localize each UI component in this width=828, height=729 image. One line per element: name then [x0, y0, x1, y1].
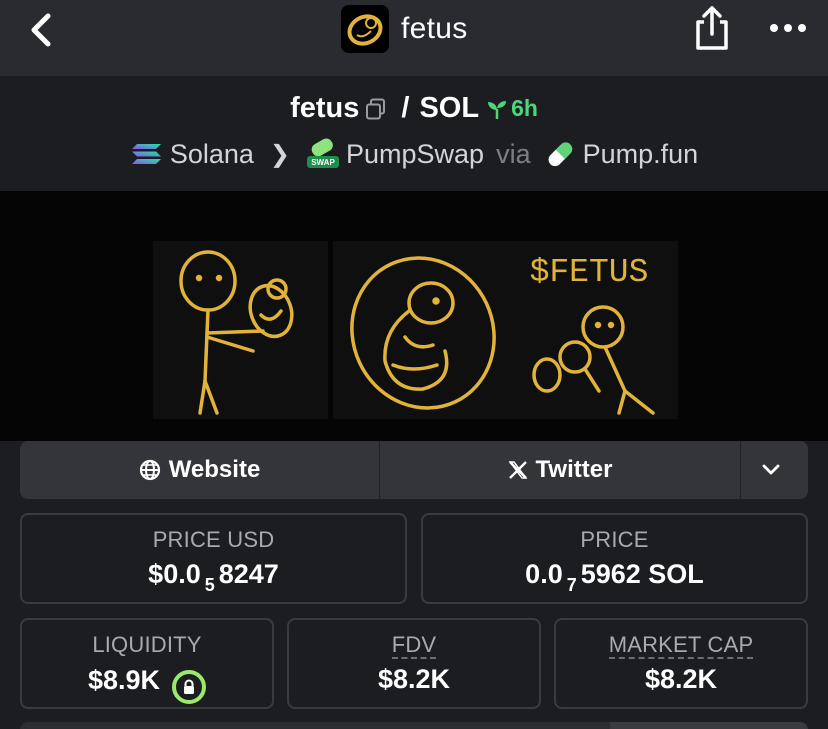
liquidity-card: LIQUIDITY $8.9K — [20, 618, 274, 709]
market-cap-value: $8.2K — [644, 664, 718, 694]
stats-tab-active[interactable] — [610, 722, 808, 729]
price-sol-digits: 5962 SOL — [580, 559, 704, 589]
chain-link[interactable]: Solana — [170, 139, 254, 170]
liquidity-label: LIQUIDITY — [92, 632, 202, 657]
pair-title: fetus / SOL 6h — [0, 92, 828, 125]
price-usd-prefix: $0.0 — [148, 559, 201, 589]
chevron-down-icon — [762, 464, 779, 475]
twitter-button[interactable]: Twitter — [380, 441, 741, 499]
fdv-value: $8.2K — [377, 664, 451, 694]
market-cap-label[interactable]: MARKET CAP — [608, 632, 754, 659]
pair-separator: / — [401, 92, 410, 124]
price-usd-card: PRICE USD $0.0 5 8247 — [20, 513, 407, 604]
x-logo-icon — [508, 461, 527, 479]
pair-age-label: 6h — [511, 95, 538, 121]
chevron-right-icon: ❯ — [269, 140, 290, 168]
price-sol-prefix: 0.0 — [525, 559, 563, 589]
top-navigation-bar: fetus — [0, 0, 828, 76]
swap-badge-text: SWAP — [311, 158, 335, 167]
price-usd-label: PRICE USD — [152, 527, 275, 552]
lock-icon[interactable] — [172, 670, 207, 704]
pair-age: 6h — [485, 95, 538, 122]
pair-header: fetus / SOL 6h Solana ❯ SWAP PumpSwap vi… — [0, 76, 828, 191]
liquidity-value-row: $8.9K — [22, 664, 272, 704]
fdv-card: FDV $8.2K — [287, 618, 541, 709]
stats-tabs[interactable] — [20, 722, 808, 729]
token-name: fetus — [401, 12, 468, 45]
fdv-label[interactable]: FDV — [391, 632, 437, 659]
via-label: via — [496, 138, 531, 169]
more-links-dropdown[interactable] — [741, 441, 808, 499]
dex-link[interactable]: PumpSwap — [346, 139, 484, 170]
copy-icon[interactable] — [365, 98, 387, 120]
quote-token: SOL — [419, 92, 480, 124]
price-usd-value: $0.0 5 8247 — [22, 559, 405, 595]
pill-icon[interactable] — [543, 138, 577, 170]
price-usd-digits: 8247 — [218, 559, 279, 589]
ticker-text: $FETUS — [530, 254, 649, 291]
solana-icon[interactable] — [130, 138, 164, 170]
stickman-holding-fetus-image — [153, 241, 328, 419]
launchpad-link[interactable]: Pump.fun — [583, 139, 699, 170]
fetus-logo — [341, 5, 389, 53]
token-banner: $FETUS — [0, 191, 828, 441]
price-sol-card: PRICE 0.0 7 5962 SOL — [421, 513, 808, 604]
website-label: Website — [168, 456, 261, 483]
globe-icon — [139, 459, 160, 481]
breadcrumb: Solana ❯ SWAP PumpSwap via Pump.fun — [0, 138, 828, 170]
price-usd-zero-count: 5 — [204, 575, 215, 595]
token-title: fetus — [341, 5, 468, 53]
twitter-label: Twitter — [535, 456, 613, 483]
more-dots-icon[interactable] — [768, 16, 808, 40]
seedling-icon — [488, 100, 507, 119]
market-cap-card: MARKET CAP $8.2K — [554, 618, 808, 709]
price-sol-zero-count: 7 — [566, 575, 577, 595]
liquidity-value: $8.9K — [87, 665, 161, 695]
base-token: fetus — [290, 92, 360, 124]
chevron-left-icon[interactable] — [22, 10, 62, 50]
price-sol-value: 0.0 7 5962 SOL — [423, 559, 806, 595]
social-links-bar: Website Twitter — [20, 441, 808, 499]
pumpswap-icon[interactable]: SWAP — [306, 138, 340, 170]
fetus-drawing-image — [333, 241, 508, 419]
share-icon[interactable] — [692, 4, 732, 52]
fetus-ticker-image: $FETUS — [503, 241, 678, 419]
price-sol-label: PRICE — [580, 527, 649, 552]
website-button[interactable]: Website — [20, 441, 380, 499]
